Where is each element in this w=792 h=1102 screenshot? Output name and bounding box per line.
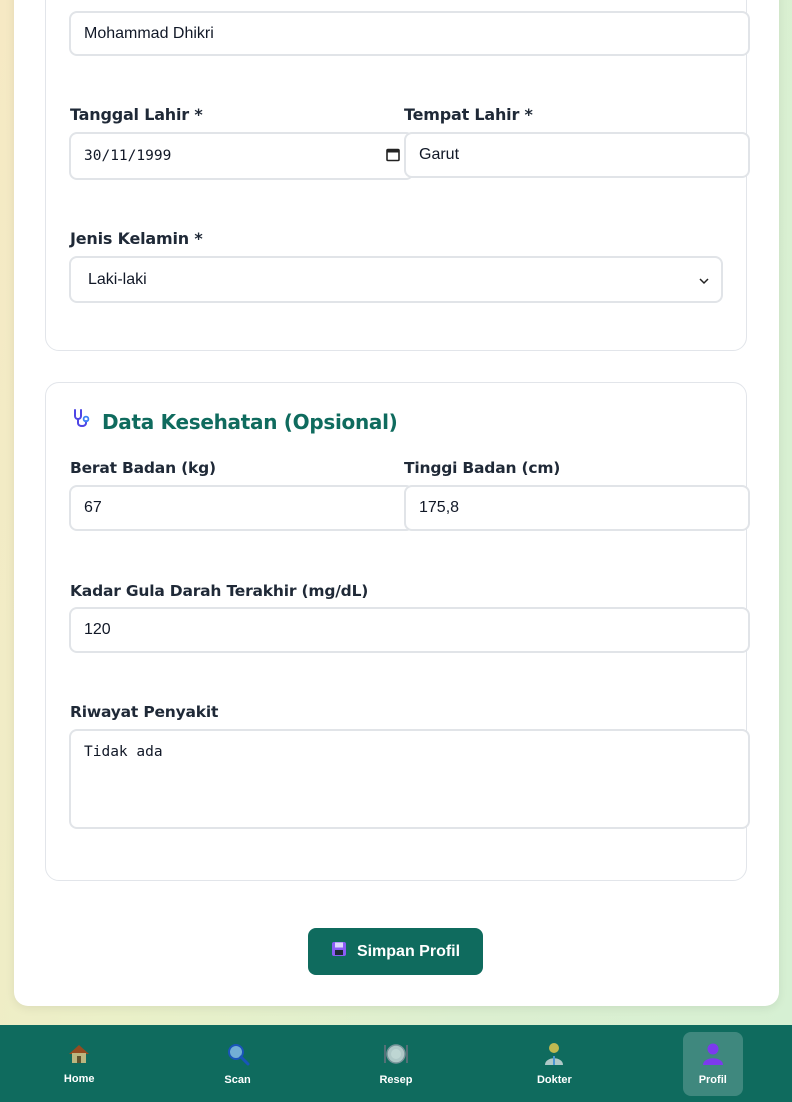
- save-profile-button[interactable]: Simpan Profil: [308, 928, 483, 975]
- disease-history-textarea[interactable]: Tidak ada: [69, 729, 750, 829]
- health-section-title: Data Kesehatan (Opsional): [102, 409, 398, 434]
- nav-item-doctor[interactable]: Dokter: [524, 1032, 584, 1096]
- gender-value: Laki-laki: [88, 270, 147, 288]
- nav-label-scan: Scan: [224, 1073, 251, 1086]
- save-profile-label: Simpan Profil: [356, 942, 461, 960]
- doctor-icon: [543, 1042, 565, 1070]
- nav-label-profile: Profil: [698, 1073, 727, 1086]
- plate-icon: [383, 1042, 409, 1070]
- nav-item-home[interactable]: Home: [49, 1032, 109, 1096]
- birth-date-input[interactable]: 30/11/1999: [69, 132, 414, 180]
- floppy-disk-icon: [331, 941, 347, 962]
- magnifier-icon: [226, 1042, 250, 1070]
- birth-place-input[interactable]: Garut: [404, 132, 750, 178]
- person-icon: [702, 1042, 724, 1070]
- stethoscope-icon: [70, 407, 94, 436]
- disease-history-value: Tidak ada: [84, 744, 163, 760]
- nav-label-doctor: Dokter: [536, 1073, 572, 1086]
- blood-sugar-label: Kadar Gula Darah Terakhir (mg/dL): [70, 582, 369, 600]
- blood-sugar-value: 120: [84, 621, 111, 638]
- nav-label-recipe: Resep: [379, 1073, 413, 1086]
- calendar-icon[interactable]: [386, 148, 400, 165]
- health-section-heading: Data Kesehatan (Opsional): [70, 407, 398, 436]
- full-name-input[interactable]: Mohammad Dhikri: [69, 11, 750, 56]
- blood-sugar-input[interactable]: 120: [69, 607, 750, 653]
- disease-history-label: Riwayat Penyakit: [70, 703, 219, 721]
- height-input[interactable]: 175,8: [404, 485, 750, 531]
- gender-label: Jenis Kelamin *: [70, 229, 203, 248]
- nav-item-profile[interactable]: Profil: [682, 1031, 743, 1096]
- nav-label-home: Home: [63, 1072, 95, 1085]
- nav-item-scan[interactable]: Scan: [208, 1032, 268, 1096]
- height-value: 175,8: [419, 499, 460, 516]
- weight-value: 67: [84, 499, 102, 516]
- nav-item-recipe[interactable]: Resep: [366, 1032, 426, 1096]
- birth-place-value: Garut: [419, 146, 460, 163]
- house-icon: [67, 1043, 91, 1069]
- gender-select[interactable]: Laki-laki: [69, 256, 723, 303]
- full-name-value: Mohammad Dhikri: [84, 24, 214, 42]
- weight-label: Berat Badan (kg): [70, 459, 216, 477]
- birth-date-value: 30/11/1999: [84, 148, 172, 164]
- height-label: Tinggi Badan (cm): [404, 459, 561, 477]
- bottom-navigation: Home Scan Resep Dokter Profil: [0, 1025, 792, 1102]
- birth-place-label: Tempat Lahir *: [404, 105, 533, 124]
- chevron-down-icon: [699, 273, 709, 287]
- birth-date-label: Tanggal Lahir *: [70, 105, 203, 124]
- weight-input[interactable]: 67: [69, 485, 414, 531]
